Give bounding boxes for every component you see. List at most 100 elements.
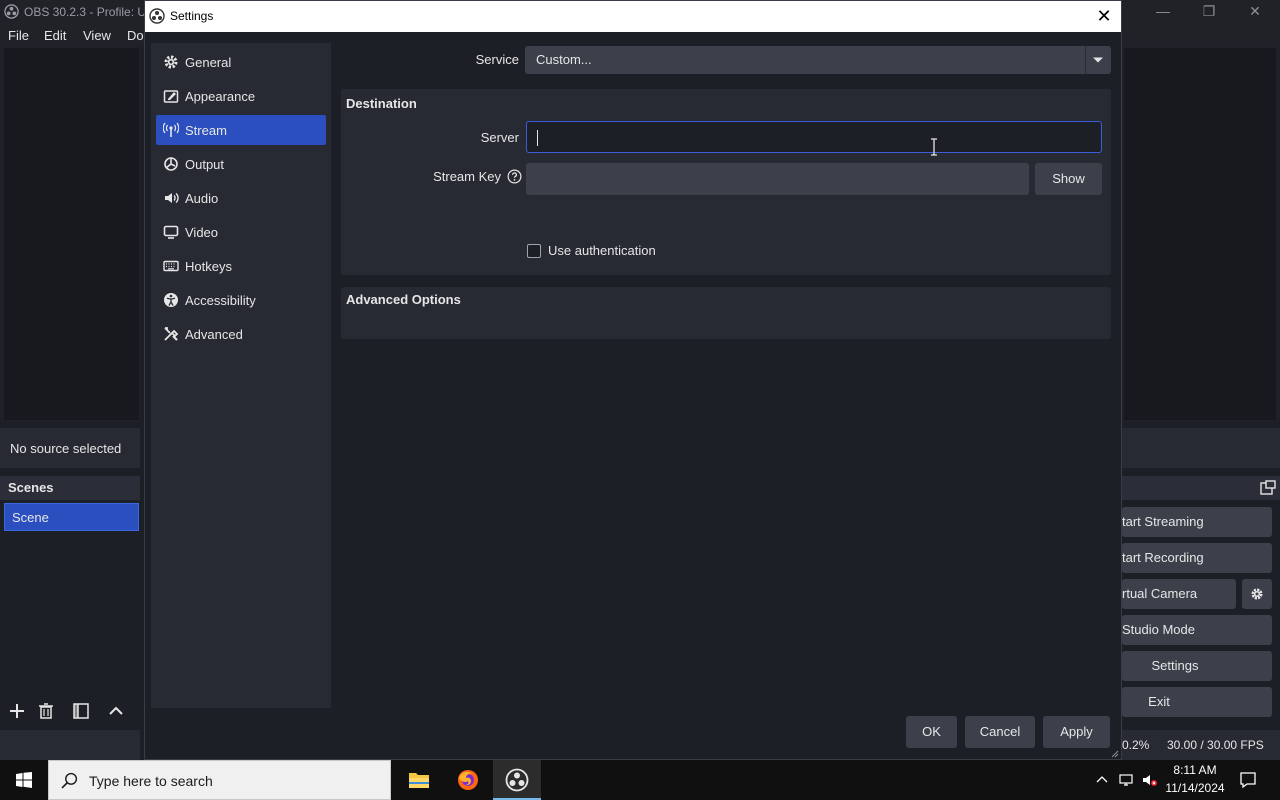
category-general[interactable]: General: [156, 47, 326, 77]
obs-logo-icon: [4, 4, 19, 19]
stream-key-label: Stream Key: [433, 169, 501, 184]
statusbar-left: [0, 730, 140, 760]
category-accessibility[interactable]: Accessibility: [156, 285, 326, 315]
category-stream[interactable]: Stream: [156, 115, 326, 145]
category-label: Appearance: [185, 89, 256, 104]
service-label: Service: [475, 52, 519, 67]
virtual-camera-label: rtual Camera: [1122, 586, 1198, 601]
source-toolbar: No source selected: [0, 428, 140, 468]
apply-button[interactable]: Apply: [1043, 716, 1110, 748]
category-label: Output: [185, 157, 225, 172]
undock-icon[interactable]: [1260, 480, 1276, 496]
select-divider: [1085, 46, 1086, 74]
settings-button[interactable]: Settings: [1122, 651, 1272, 681]
start-recording-button[interactable]: tart Recording: [1122, 543, 1272, 573]
taskbar: Type here to search 8:11 AM 11/14/2024: [0, 760, 1280, 800]
move-scene-up-icon[interactable]: [105, 700, 127, 722]
resize-grip-icon[interactable]: [1109, 748, 1119, 758]
clock-date[interactable]: 11/14/2024: [1164, 781, 1226, 795]
scene-list-item[interactable]: Scene: [4, 503, 139, 531]
remove-scene-icon[interactable]: [35, 700, 57, 722]
start-recording-label: tart Recording: [1122, 550, 1204, 565]
settings-body: General Appearance Stream Output Audio V…: [145, 32, 1121, 759]
close-main-button[interactable]: ✕: [1232, 0, 1278, 24]
cpu-usage: 0.2%: [1122, 738, 1150, 752]
scene-filters-icon[interactable]: [70, 700, 92, 722]
obs-menubar-right: [1120, 24, 1280, 46]
start-streaming-label: tart Streaming: [1122, 514, 1204, 529]
category-advanced[interactable]: Advanced: [156, 319, 326, 349]
category-list: General Appearance Stream Output Audio V…: [151, 43, 331, 708]
menu-view[interactable]: View: [83, 28, 111, 43]
exit-label: Exit: [1148, 694, 1170, 709]
category-label: Stream: [185, 123, 227, 138]
source-toolbar-right: [1122, 428, 1280, 468]
studio-mode-button[interactable]: Studio Mode: [1122, 615, 1272, 645]
category-label: Hotkeys: [185, 259, 232, 274]
advanced-options-title[interactable]: Advanced Options: [346, 292, 461, 307]
destination-title: Destination: [346, 96, 417, 111]
scenes-dock-header: Scenes: [0, 476, 140, 500]
use-authentication-label[interactable]: Use authentication: [548, 243, 656, 258]
monitor-icon: [163, 225, 179, 239]
use-authentication-checkbox[interactable]: [527, 244, 541, 258]
network-icon[interactable]: [1118, 772, 1134, 788]
cancel-button[interactable]: Cancel: [965, 716, 1035, 748]
speaker-icon: [165, 192, 179, 204]
virtual-camera-settings-button[interactable]: [1242, 579, 1272, 609]
menu-docks[interactable]: Do: [127, 28, 144, 43]
preview-canvas: [4, 48, 139, 420]
virtual-camera-button[interactable]: rtual Camera: [1122, 579, 1236, 609]
firefox-icon: [458, 770, 478, 790]
start-button[interactable]: [0, 760, 48, 800]
service-select[interactable]: Custom...: [525, 46, 1111, 74]
clock-time[interactable]: 8:11 AM: [1170, 763, 1220, 777]
text-cursor-icon: [931, 138, 937, 156]
obs-window-title: OBS 30.2.3 - Profile: Un: [24, 5, 153, 19]
show-key-label: Show: [1052, 171, 1085, 186]
chevron-down-icon: [1093, 57, 1103, 63]
volume-muted-icon[interactable]: [1142, 772, 1158, 788]
category-label: Accessibility: [185, 293, 256, 308]
scenes-title: Scenes: [8, 480, 54, 495]
chevron-up-icon[interactable]: [1096, 774, 1108, 784]
close-dialog-button[interactable]: ✕: [1092, 5, 1116, 27]
start-streaming-button[interactable]: tart Streaming: [1122, 507, 1272, 537]
keyboard-icon: [163, 260, 179, 272]
ok-label: OK: [922, 724, 941, 739]
help-icon[interactable]: [507, 169, 522, 184]
restore-button[interactable]: ❐: [1186, 0, 1232, 24]
firefox-taskbar-button[interactable]: [444, 760, 492, 800]
exit-button[interactable]: Exit: [1122, 687, 1272, 717]
preview-canvas-right: [1124, 48, 1276, 420]
obs-logo-icon: [149, 8, 165, 24]
category-appearance[interactable]: Appearance: [156, 81, 326, 111]
advanced-options-group[interactable]: Advanced Options: [341, 287, 1111, 339]
text-caret: [537, 130, 538, 146]
no-source-label: No source selected: [10, 441, 122, 456]
category-audio[interactable]: Audio: [156, 183, 326, 213]
fps-readout: 30.00 / 30.00 FPS: [1167, 738, 1264, 752]
minimize-button[interactable]: —: [1140, 0, 1186, 24]
taskbar-search[interactable]: Type here to search: [48, 760, 391, 800]
scene-item-label: Scene: [12, 510, 49, 525]
stream-key-input[interactable]: [526, 163, 1029, 195]
category-video[interactable]: Video: [156, 217, 326, 247]
add-scene-icon[interactable]: [6, 700, 28, 722]
file-explorer-taskbar-button[interactable]: [395, 760, 443, 800]
server-input[interactable]: [526, 121, 1102, 153]
category-label: Video: [185, 225, 219, 240]
category-hotkeys[interactable]: Hotkeys: [156, 251, 326, 281]
obs-taskbar-button[interactable]: [493, 760, 541, 800]
menu-file[interactable]: File: [8, 28, 29, 43]
gear-icon: [164, 55, 178, 69]
ok-button[interactable]: OK: [906, 716, 957, 748]
notification-icon[interactable]: [1239, 771, 1257, 789]
settings-title: Settings: [170, 9, 214, 23]
category-output[interactable]: Output: [156, 149, 326, 179]
destination-group: Destination Server Stream Key Show Use a…: [341, 89, 1111, 275]
controls-dock-header: [1122, 476, 1280, 500]
menu-edit[interactable]: Edit: [44, 28, 66, 43]
output-icon: [164, 157, 178, 171]
show-key-button[interactable]: Show: [1035, 163, 1102, 195]
